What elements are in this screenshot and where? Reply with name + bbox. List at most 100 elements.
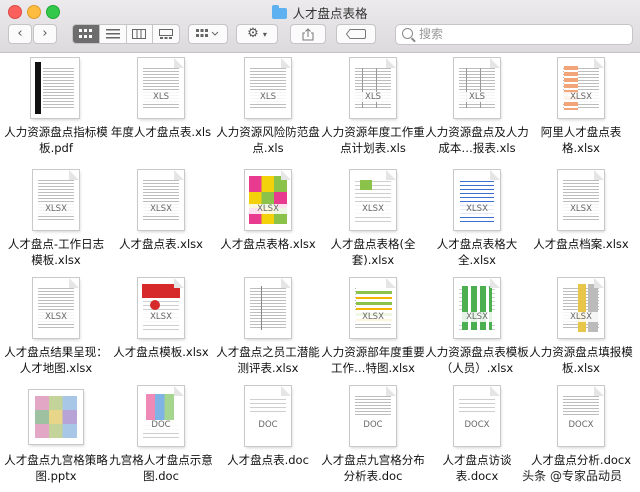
file-type-label: DOC bbox=[138, 420, 184, 430]
file-thumbnail-icon: DOCX bbox=[550, 384, 612, 448]
file-type-label: XLSX bbox=[138, 312, 184, 322]
toolbar: 人才盘点表格 ‹ › ⚙ ▾ 搜索 bbox=[0, 0, 640, 53]
file-thumbnail-icon: XLS bbox=[446, 56, 508, 120]
column-view-button[interactable] bbox=[127, 25, 154, 43]
finder-window: 人才盘点表格 ‹ › ⚙ ▾ 搜索 人力资源盘点指标模板.pdf XLS 年度人… bbox=[0, 0, 640, 492]
file-type-label: XLSX bbox=[454, 312, 500, 322]
share-icon bbox=[302, 28, 314, 41]
file-name: 人才盘点表格.xlsx bbox=[220, 237, 316, 251]
folder-icon bbox=[272, 5, 288, 19]
file-name: 人才盘点九宫格策略图.pptx bbox=[4, 453, 108, 483]
file-type-label: XLS bbox=[138, 92, 184, 102]
file-name: 人力资源风险防范盘点.xls bbox=[216, 125, 320, 155]
search-placeholder: 搜索 bbox=[419, 27, 444, 41]
action-button[interactable]: ⚙ ▾ bbox=[236, 24, 278, 44]
watermark: 头条 @专家品动员 bbox=[522, 467, 622, 484]
file-thumbnail-icon: XLSX bbox=[25, 276, 87, 340]
file-type-label: XLSX bbox=[245, 204, 291, 214]
file-type-label: DOC bbox=[350, 420, 396, 430]
group-grid-icon bbox=[196, 29, 219, 37]
file-thumbnail-icon: XLSX bbox=[446, 168, 508, 232]
file-name: 人才盘点分析.docx bbox=[530, 453, 632, 467]
file-thumbnail-icon: XLSX bbox=[342, 168, 404, 232]
file-type-label: DOC bbox=[245, 420, 291, 430]
file-name: 人力资源年度工作重点计划表.xls bbox=[321, 125, 425, 155]
file-thumbnail-icon: XLSX bbox=[550, 168, 612, 232]
columns-icon bbox=[132, 29, 147, 39]
file-thumbnail-icon: DOCX bbox=[446, 384, 508, 448]
file-thumbnail-icon: XLSX bbox=[130, 276, 192, 340]
file-name: 人力资源部年度重要工作…特图.xlsx bbox=[321, 345, 425, 375]
file-thumbnail-icon: XLSX bbox=[550, 56, 612, 120]
file-thumbnail-icon: DOC bbox=[342, 384, 404, 448]
file-name: 人力资源盘点及人力成本…报表.xls bbox=[425, 125, 529, 155]
back-button[interactable]: ‹ bbox=[8, 24, 32, 44]
gallery-icon bbox=[159, 29, 174, 39]
file-type-label: XLS bbox=[245, 92, 291, 102]
group-by-button[interactable] bbox=[188, 24, 228, 44]
grid-icon bbox=[78, 29, 92, 38]
file-type-label: XLS bbox=[454, 92, 500, 102]
watermark-text: 头条 @专家品动员 bbox=[522, 469, 622, 483]
file-name: 阿里人才盘点表格.xlsx bbox=[540, 125, 622, 155]
gallery-view-button[interactable] bbox=[153, 25, 179, 43]
file-name: 年度人才盘点表.xls bbox=[110, 125, 212, 139]
file-type-label: XLSX bbox=[33, 204, 79, 214]
file-name: 人才盘点九宫格分布分析表.doc bbox=[321, 453, 425, 483]
file-name: 人力资源盘点填报模板.xlsx bbox=[529, 345, 633, 375]
file-type-label: XLSX bbox=[350, 312, 396, 322]
file-type-label: DOCX bbox=[558, 420, 604, 430]
file-type-label: XLS bbox=[350, 92, 396, 102]
file-thumbnail-icon: XLSX bbox=[237, 168, 299, 232]
file-name: 人才盘点表格(全套).xlsx bbox=[330, 237, 416, 267]
file-name: 人力资源盘点指标模板.pdf bbox=[4, 125, 108, 155]
file-name: 人才盘点-工作日志模板.xlsx bbox=[7, 237, 105, 267]
share-button[interactable] bbox=[290, 24, 326, 44]
file-name: 人力资源盘点表模板（人员）.xlsx bbox=[425, 345, 529, 375]
file-thumbnail-icon bbox=[25, 384, 87, 448]
file-name: 人才盘点表.doc bbox=[227, 453, 309, 467]
file-type-label: XLSX bbox=[33, 312, 79, 322]
file-type-label: XLSX bbox=[454, 204, 500, 214]
file-thumbnail-icon: DOC bbox=[130, 384, 192, 448]
file-type-label: XLSX bbox=[138, 204, 184, 214]
file-type-label: XLSX bbox=[558, 92, 604, 102]
tag-icon bbox=[345, 29, 366, 39]
chevron-left-icon: ‹ bbox=[17, 26, 23, 41]
file-type-label: XLSX bbox=[350, 204, 396, 214]
chevron-right-icon: › bbox=[42, 26, 48, 41]
search-icon bbox=[402, 28, 413, 39]
view-mode-switcher bbox=[72, 24, 180, 44]
file-thumbnail-icon: XLSX bbox=[446, 276, 508, 340]
icon-view-button[interactable] bbox=[73, 25, 100, 43]
list-view-button[interactable] bbox=[100, 25, 127, 43]
window-title: 人才盘点表格 bbox=[0, 3, 640, 22]
gear-icon: ⚙ bbox=[247, 26, 259, 41]
search-input[interactable]: 搜索 bbox=[395, 24, 633, 45]
file-thumbnail-icon: XLSX bbox=[342, 276, 404, 340]
file-name: 人才盘点表.xlsx bbox=[119, 237, 203, 251]
file-thumbnail-icon: DOC bbox=[237, 384, 299, 448]
file-name: 人才盘点模板.xlsx bbox=[113, 345, 209, 359]
file-thumbnail-icon: XLS bbox=[130, 56, 192, 120]
file-thumbnail-icon: XLSX bbox=[550, 276, 612, 340]
file-thumbnail-icon: XLS bbox=[237, 56, 299, 120]
file-type-label: XLSX bbox=[558, 204, 604, 214]
file-thumbnail-icon bbox=[237, 276, 299, 340]
file-name: 人才盘点表格大全.xlsx bbox=[436, 237, 518, 267]
tags-button[interactable] bbox=[336, 24, 376, 44]
file-name: 人才盘点访谈表.docx bbox=[442, 453, 512, 483]
file-thumbnail-icon bbox=[25, 56, 87, 120]
file-type-label: XLSX bbox=[558, 312, 604, 322]
file-name: 人才盘点结果呈现：人才地图.xlsx bbox=[4, 345, 108, 375]
file-thumbnail-icon: XLSX bbox=[25, 168, 87, 232]
file-thumbnail-icon: XLS bbox=[342, 56, 404, 120]
forward-button[interactable]: › bbox=[33, 24, 57, 44]
file-name: 人才盘点档案.xlsx bbox=[533, 237, 629, 251]
chevron-down-icon: ▾ bbox=[262, 30, 267, 39]
file-type-label: DOCX bbox=[454, 420, 500, 430]
window-title-text: 人才盘点表格 bbox=[292, 6, 368, 21]
file-name: 九宫格人才盘点示意图.doc bbox=[109, 453, 213, 483]
file-name: 人才盘点之员工潜能测评表.xlsx bbox=[216, 345, 320, 375]
file-thumbnail-icon: XLSX bbox=[130, 168, 192, 232]
